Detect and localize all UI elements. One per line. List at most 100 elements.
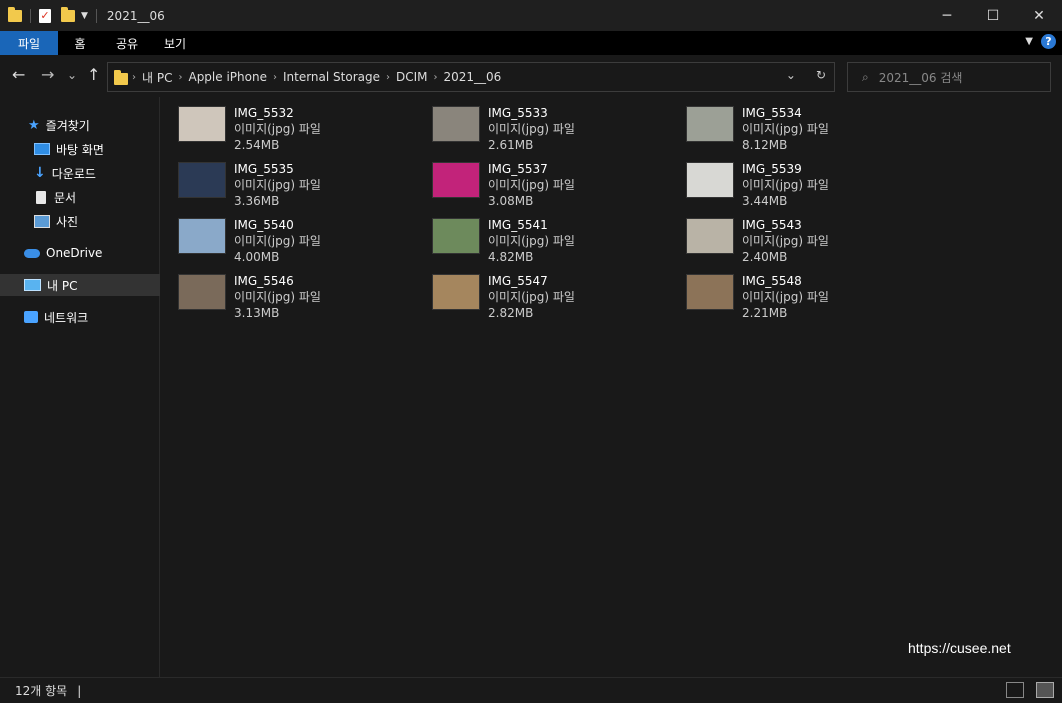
file-name: IMG_5539 xyxy=(742,162,802,176)
chevron-right-icon[interactable]: › xyxy=(273,72,277,83)
tab-home[interactable]: 홈 xyxy=(58,31,102,55)
new-folder-icon[interactable] xyxy=(61,6,75,22)
image-thumbnail xyxy=(432,274,480,310)
file-name: IMG_5541 xyxy=(488,218,548,232)
expand-ribbon-icon[interactable]: ▼ xyxy=(1025,36,1033,47)
search-icon: ⌕ xyxy=(862,69,869,84)
file-size: 2.61MB xyxy=(488,138,534,152)
search-placeholder[interactable]: 2021__06 검색 xyxy=(879,69,963,86)
file-name: IMG_5537 xyxy=(488,162,548,176)
quick-access-toolbar: ✓ ▼ xyxy=(0,6,101,23)
file-size: 8.12MB xyxy=(742,138,788,152)
image-thumbnail xyxy=(178,106,226,142)
chevron-right-icon[interactable]: › xyxy=(178,72,182,83)
title-bar: ✓ ▼ 2021__06 ─ ☐ ✕ xyxy=(0,0,1062,31)
file-item[interactable]: IMG_5539 이미지(jpg) 파일 3.44MB xyxy=(668,153,908,208)
file-type: 이미지(jpg) 파일 xyxy=(488,122,575,136)
file-name: IMG_5546 xyxy=(234,274,294,288)
sidebar-item-label: OneDrive xyxy=(46,246,103,260)
file-size: 3.44MB xyxy=(742,194,788,208)
image-thumbnail xyxy=(432,218,480,254)
sidebar-item-quick-access[interactable]: ★ 즐겨찾기 xyxy=(0,114,185,136)
file-name: IMG_5532 xyxy=(234,106,294,120)
file-type: 이미지(jpg) 파일 xyxy=(488,290,575,304)
item-count: 12개 항목 xyxy=(15,684,68,698)
breadcrumb-apple-iphone[interactable]: Apple iPhone xyxy=(188,70,266,84)
details-view-button[interactable] xyxy=(1006,682,1024,698)
image-thumbnail xyxy=(432,106,480,142)
computer-icon xyxy=(24,279,41,291)
sidebar-item-this-pc[interactable]: 내 PC xyxy=(0,274,181,296)
file-name: IMG_5543 xyxy=(742,218,802,232)
window-title: 2021__06 xyxy=(106,8,165,23)
sidebar-item-label: 내 PC xyxy=(47,278,78,293)
sidebar-item-network[interactable]: 네트워크 xyxy=(0,306,181,328)
file-size: 4.82MB xyxy=(488,250,534,264)
maximize-button[interactable]: ☐ xyxy=(970,0,1016,31)
file-size: 4.00MB xyxy=(234,250,280,264)
breadcrumb-internal-storage[interactable]: Internal Storage xyxy=(283,70,380,84)
file-name: IMG_5533 xyxy=(488,106,548,120)
tab-file[interactable]: 파일 xyxy=(0,31,58,55)
file-item[interactable]: IMG_5537 이미지(jpg) 파일 3.08MB xyxy=(414,153,654,208)
refresh-button[interactable]: ↻ xyxy=(816,68,826,82)
tab-share[interactable]: 공유 xyxy=(102,31,152,55)
properties-icon[interactable]: ✓ xyxy=(39,8,51,23)
chevron-right-icon[interactable]: › xyxy=(132,72,136,83)
chevron-right-icon[interactable]: › xyxy=(434,72,438,83)
sidebar-item-label: 바탕 화면 xyxy=(56,142,104,157)
navigation-pane: ★ 즐겨찾기 바탕 화면 📌 ↓ 다운로드 📌 문서 📌 사진 📌 OneDri… xyxy=(0,97,189,677)
file-size: 2.82MB xyxy=(488,306,534,320)
tiles-view-button[interactable] xyxy=(1036,682,1054,698)
file-item[interactable]: IMG_5548 이미지(jpg) 파일 2.21MB xyxy=(668,265,908,320)
file-item[interactable]: IMG_5546 이미지(jpg) 파일 3.13MB xyxy=(160,265,400,320)
file-name: IMG_5548 xyxy=(742,274,802,288)
file-list: IMG_5532 이미지(jpg) 파일 2.54MB IMG_5533 이미지… xyxy=(160,97,1062,677)
file-item[interactable]: IMG_5547 이미지(jpg) 파일 2.82MB xyxy=(414,265,654,320)
watermark: https://cusee.net xyxy=(908,640,1011,656)
tab-view[interactable]: 보기 xyxy=(152,31,198,55)
file-type: 이미지(jpg) 파일 xyxy=(742,234,829,248)
file-size: 3.36MB xyxy=(234,194,280,208)
forward-button[interactable]: → xyxy=(41,65,54,85)
sidebar-item-onedrive[interactable]: OneDrive xyxy=(0,242,181,264)
image-thumbnail xyxy=(686,274,734,310)
file-size: 3.08MB xyxy=(488,194,534,208)
status-separator: | xyxy=(77,683,82,698)
sidebar-item-label: 네트워크 xyxy=(44,310,89,325)
recent-locations-button[interactable]: ⌄ xyxy=(67,65,77,85)
image-thumbnail xyxy=(178,162,226,198)
image-thumbnail xyxy=(686,106,734,142)
file-item[interactable]: IMG_5541 이미지(jpg) 파일 4.82MB xyxy=(414,209,654,264)
chevron-right-icon[interactable]: › xyxy=(386,72,390,83)
file-item[interactable]: IMG_5532 이미지(jpg) 파일 2.54MB xyxy=(160,97,400,152)
breadcrumb-current-folder[interactable]: 2021__06 xyxy=(444,70,502,84)
sidebar-item-label: 다운로드 xyxy=(51,166,96,181)
back-button[interactable]: ← xyxy=(12,65,25,85)
divider xyxy=(30,8,31,23)
file-item[interactable]: IMG_5543 이미지(jpg) 파일 2.40MB xyxy=(668,209,908,264)
image-thumbnail xyxy=(432,162,480,198)
up-button[interactable]: ↑ xyxy=(87,65,100,85)
file-type: 이미지(jpg) 파일 xyxy=(234,234,321,248)
breadcrumb-dcim[interactable]: DCIM xyxy=(396,70,428,84)
document-icon xyxy=(36,190,46,204)
file-type: 이미지(jpg) 파일 xyxy=(488,178,575,192)
file-item[interactable]: IMG_5533 이미지(jpg) 파일 2.61MB xyxy=(414,97,654,152)
file-type: 이미지(jpg) 파일 xyxy=(234,178,321,192)
image-thumbnail xyxy=(178,274,226,310)
file-item[interactable]: IMG_5534 이미지(jpg) 파일 8.12MB xyxy=(668,97,908,152)
help-icon[interactable]: ? xyxy=(1041,34,1056,49)
file-item[interactable]: IMG_5535 이미지(jpg) 파일 3.36MB xyxy=(160,153,400,208)
file-item[interactable]: IMG_5540 이미지(jpg) 파일 4.00MB xyxy=(160,209,400,264)
search-box[interactable]: ⌕ 2021__06 검색 xyxy=(847,62,1051,92)
pictures-icon xyxy=(34,214,50,228)
minimize-button[interactable]: ─ xyxy=(924,0,970,31)
address-history-dropdown[interactable]: ⌄ xyxy=(786,68,796,82)
image-thumbnail xyxy=(178,218,226,254)
address-bar[interactable]: › 내 PC › Apple iPhone › Internal Storage… xyxy=(107,62,835,92)
close-button[interactable]: ✕ xyxy=(1016,0,1062,31)
download-icon: ↓ xyxy=(34,165,46,181)
breadcrumb-this-pc[interactable]: 내 PC xyxy=(142,69,172,86)
customize-toolbar-icon[interactable]: ▼ xyxy=(81,11,88,21)
